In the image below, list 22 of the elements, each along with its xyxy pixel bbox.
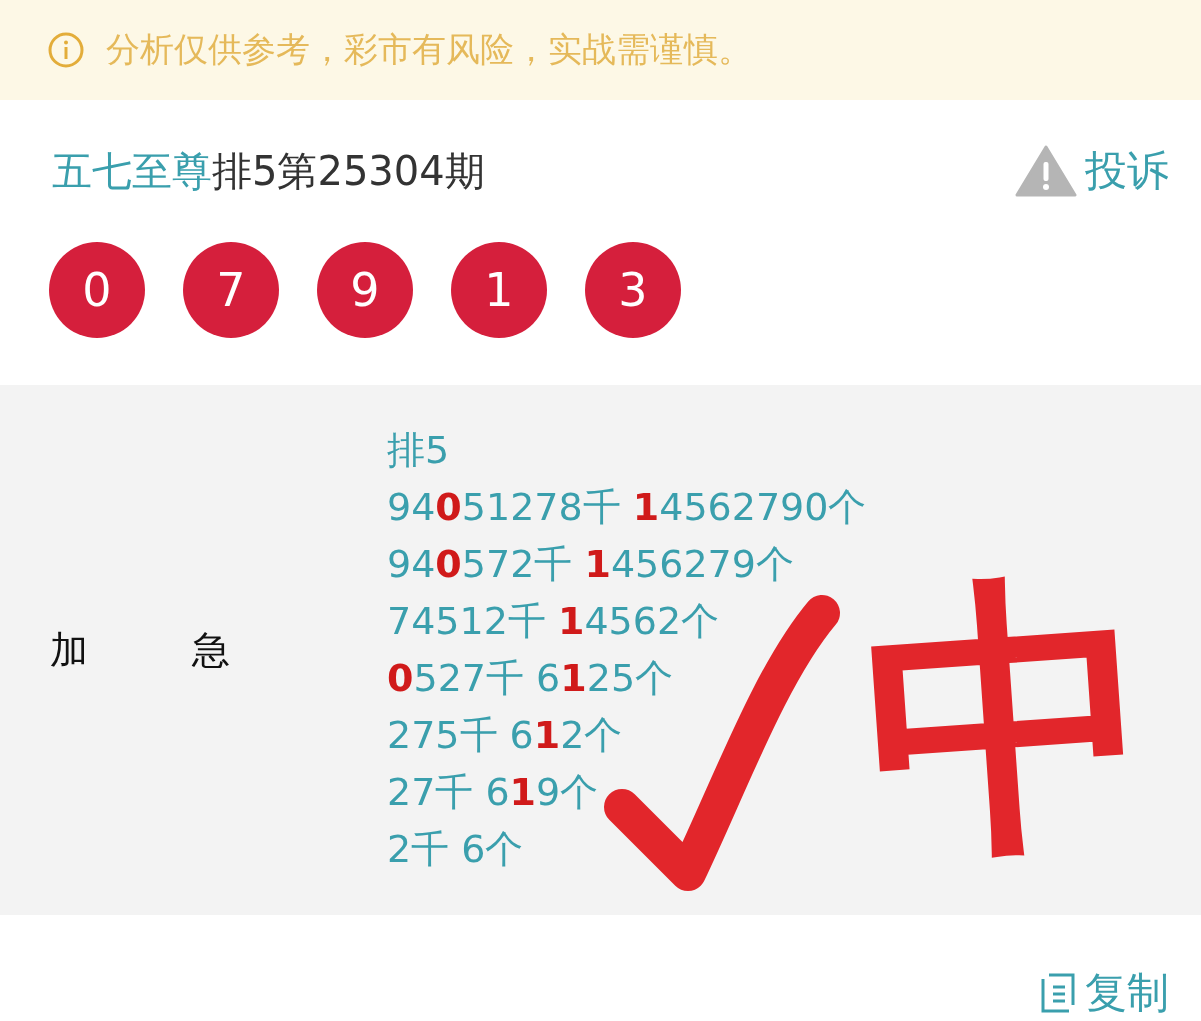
prediction-line: 0527千 6125个	[387, 655, 675, 702]
prediction-line: 94051278千 14562790个	[387, 484, 867, 531]
number-ball: 9	[317, 242, 413, 338]
info-icon	[48, 32, 84, 68]
issue-title: 排5第25304期	[212, 147, 485, 194]
prediction-line: 275千 612个	[387, 712, 624, 759]
number-ball: 1	[451, 242, 547, 338]
number-ball: 3	[585, 242, 681, 338]
urgent-label: 加 急	[49, 626, 232, 674]
prediction-line: 74512千 14562个	[387, 598, 721, 645]
author-name[interactable]: 五七至尊	[52, 147, 212, 194]
report-button[interactable]: 投诉	[1015, 143, 1169, 199]
number-ball: 7	[183, 242, 279, 338]
warning-icon	[1015, 145, 1077, 197]
notice-text: 分析仅供参考，彩市有风险，实战需谨慎。	[106, 28, 752, 71]
number-ball: 0	[49, 242, 145, 338]
copy-button[interactable]: 复制	[1037, 965, 1169, 1021]
handwritten-character: 中	[855, 565, 1165, 875]
prediction-line: 27千 619个	[387, 769, 600, 816]
prediction-line: 2千 6个	[387, 826, 525, 873]
prediction-line: 940572千 1456279个	[387, 541, 795, 588]
prediction-line: 排5	[387, 427, 451, 474]
